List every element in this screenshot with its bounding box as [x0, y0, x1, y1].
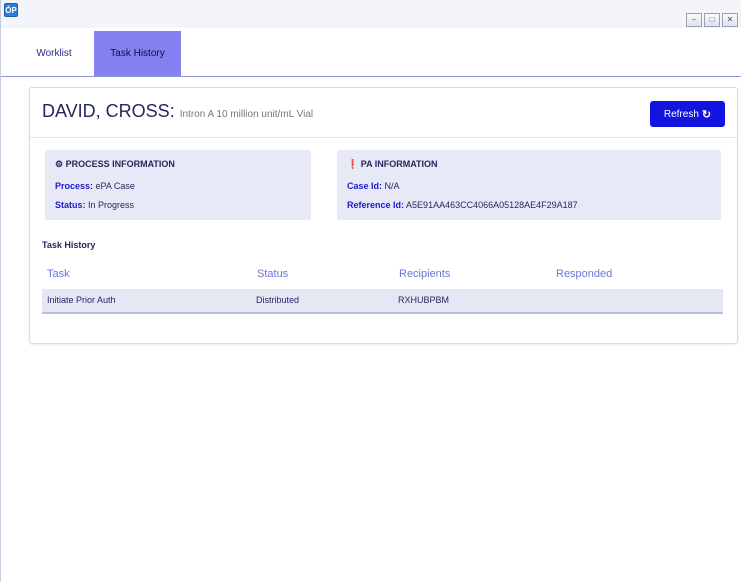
info-icon: ❗ — [347, 159, 359, 169]
task-cell: Initiate Prior Auth — [47, 295, 116, 305]
tab-worklist[interactable]: Worklist — [29, 31, 79, 76]
title-bar: ÓP – □ ✕ — [1, 0, 741, 28]
process-label: Process: — [55, 181, 94, 191]
process-line: Process: ePA Case — [55, 181, 135, 191]
process-information-title: ⚙ PROCESS INFORMATION — [55, 159, 175, 170]
status-value: In Progress — [88, 200, 135, 210]
column-header-responded: Responded — [556, 268, 613, 280]
window-controls: – □ ✕ — [686, 13, 738, 27]
refresh-icon: ↻ — [701, 108, 712, 121]
pa-information-title: ❗ PA INFORMATION — [347, 159, 438, 170]
reference-id-value: A5E91AA463CC4066A05128AE4F29A187 — [406, 200, 578, 210]
table-row[interactable]: Initiate Prior Auth Distributed RXHUBPBM — [42, 289, 723, 314]
patient-name: DAVID, CROSS: — [42, 101, 175, 121]
recipients-cell: RXHUBPBM — [398, 295, 450, 305]
maximize-button[interactable]: □ — [704, 13, 720, 27]
case-id-label: Case Id: — [347, 181, 383, 191]
tab-task-history[interactable]: Task History — [94, 31, 181, 76]
process-information-heading: PROCESS INFORMATION — [65, 159, 175, 169]
column-header-recipients: Recipients — [399, 268, 451, 280]
pa-information-heading: PA INFORMATION — [360, 159, 438, 169]
case-id-line: Case Id: N/A — [347, 181, 400, 191]
status-line: Status: In Progress — [55, 200, 134, 210]
status-cell: Distributed — [256, 295, 300, 305]
column-header-status: Status — [257, 268, 289, 280]
reference-id-label: Reference Id: — [347, 200, 405, 210]
card-header: DAVID, CROSS: Intron A 10 million unit/m… — [30, 88, 737, 138]
refresh-label: Refresh — [663, 108, 699, 120]
tab-bar: Worklist Task History — [1, 31, 741, 77]
status-label: Status: — [55, 200, 86, 210]
process-value: ePA Case — [95, 181, 135, 191]
close-button[interactable]: ✕ — [722, 13, 738, 27]
gear-icon: ⚙ — [55, 159, 64, 169]
app-window: ÓP – □ ✕ Worklist Task History DAVID, CR… — [0, 0, 741, 582]
minimize-button[interactable]: – — [686, 13, 702, 27]
reference-id-line: Reference Id: A5E91AA463CC4066A05128AE4F… — [347, 200, 578, 210]
task-history-title: Task History — [42, 240, 96, 250]
case-id-value: N/A — [384, 181, 400, 191]
app-icon: ÓP — [4, 3, 18, 17]
refresh-button[interactable]: Refresh ↻ — [650, 101, 725, 127]
drug-description: Intron A 10 million unit/mL Vial — [179, 109, 314, 120]
pa-information-panel: ❗ PA INFORMATION Case Id: N/A Reference … — [337, 150, 721, 220]
task-history-card: DAVID, CROSS: Intron A 10 million unit/m… — [29, 87, 738, 344]
column-header-task: Task — [47, 268, 70, 280]
page-title: DAVID, CROSS: Intron A 10 million unit/m… — [42, 101, 313, 122]
process-information-panel: ⚙ PROCESS INFORMATION Process: ePA Case … — [45, 150, 311, 220]
